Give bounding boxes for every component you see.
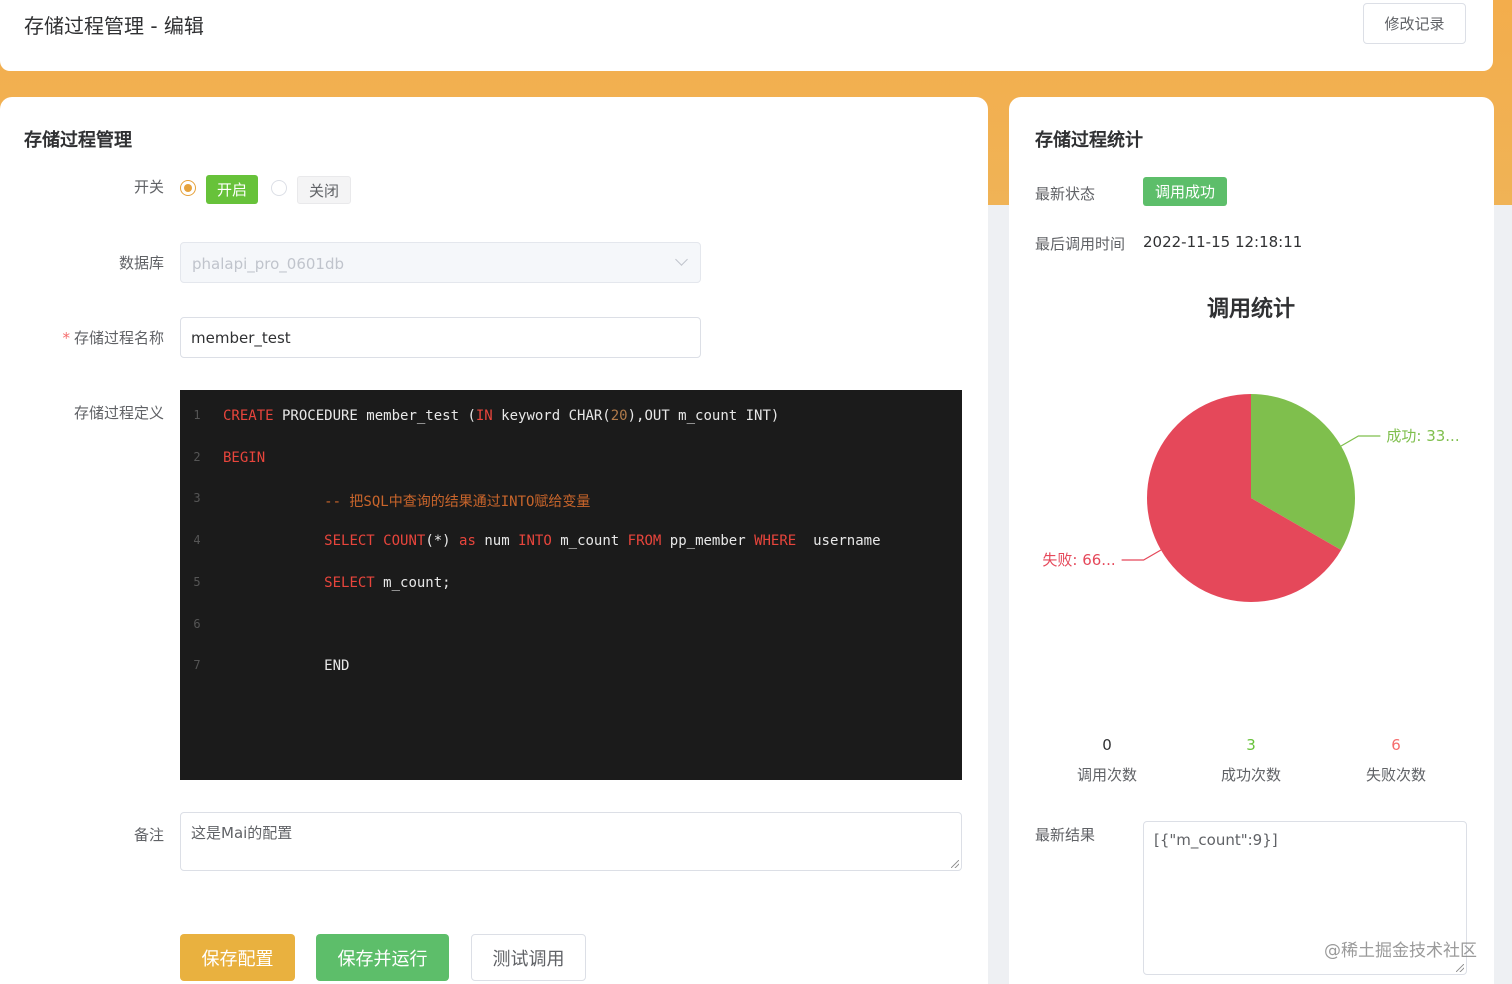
code-text: BEGIN <box>223 449 266 466</box>
stats-card-title: 存储过程统计 <box>1035 130 1143 151</box>
line-number: 2 <box>193 449 201 464</box>
counter-value: 6 <box>1391 736 1401 754</box>
database-select[interactable]: phalapi_pro_0601db <box>180 242 701 283</box>
line-number: 7 <box>193 658 201 673</box>
counter-value: 3 <box>1246 736 1256 754</box>
history-button[interactable]: 修改记录 <box>1363 3 1466 44</box>
pie-data-label: 成功: 33... <box>1386 427 1459 445</box>
save-config-button[interactable]: 保存配置 <box>180 934 295 981</box>
test-call-button[interactable]: 测试调用 <box>471 934 586 981</box>
pie-label-line <box>1121 549 1162 561</box>
last-call-time-label: 最后调用时间 <box>1035 235 1126 253</box>
procedure-name-label: * 存储过程名称 <box>62 329 164 347</box>
switch-off-radio[interactable] <box>271 180 287 196</box>
code-text: -- 把SQL中查询的结果通过INTO赋给变量 <box>223 494 591 511</box>
switch-on-option[interactable]: 开启 <box>206 175 258 204</box>
latest-result-label: 最新结果 <box>1035 826 1096 844</box>
line-number: 3 <box>193 491 201 506</box>
procedure-name-input[interactable]: member_test <box>180 317 701 358</box>
switch-off-option[interactable]: 关闭 <box>297 176 351 204</box>
required-star: * <box>62 329 70 347</box>
line-number: 1 <box>193 408 201 422</box>
switch-label: 开关 <box>133 178 164 196</box>
counter-label: 成功次数 <box>1220 766 1281 784</box>
code-text: CREATE PROCEDURE member_test (IN keyword… <box>223 408 780 424</box>
code-text: END <box>223 658 350 675</box>
status-badge: 调用成功 <box>1143 177 1227 206</box>
chevron-down-icon <box>675 253 688 266</box>
pie-label-line <box>1340 435 1381 447</box>
page-header: 存储过程管理 - 编辑 修改记录 <box>0 0 1493 71</box>
last-call-time-value: 2022-11-15 12:18:11 <box>1143 233 1303 251</box>
counter-value: 0 <box>1102 736 1112 754</box>
code-editor[interactable]: 1 CREATE PROCEDURE member_test (IN keywor… <box>180 390 962 780</box>
page-title: 存储过程管理 - 编辑 <box>24 14 204 38</box>
database-label: 数据库 <box>118 254 164 272</box>
form-card-title: 存储过程管理 <box>24 130 132 151</box>
line-number: 5 <box>193 574 201 589</box>
chart-title: 调用统计 <box>1207 296 1295 322</box>
code-text: SELECT m_count; <box>324 574 451 591</box>
call-stats-pie-chart: 调用统计成功: 33... 失败: 66... <box>1042 296 1460 602</box>
remark-label: 备注 <box>133 826 164 844</box>
line-number: 6 <box>193 616 201 631</box>
line-number: 4 <box>193 533 201 548</box>
database-value: phalapi_pro_0601db <box>192 255 345 273</box>
remark-value: 这是Mai的配置 <box>191 824 293 842</box>
remark-textarea[interactable]: 这是Mai的配置 <box>180 812 962 871</box>
save-and-run-button[interactable]: 保存并运行 <box>316 934 449 981</box>
latest-result-value: [{"m_count":9}] <box>1154 831 1278 849</box>
pie-data-label: 失败: 66... <box>1042 551 1115 569</box>
switch-on-radio[interactable] <box>180 180 196 196</box>
code-text: SELECT COUNT(*) as num INTO m_count FROM… <box>324 533 881 550</box>
watermark: @稀土掘金技术社区 <box>1324 941 1477 961</box>
status-label: 最新状态 <box>1035 185 1096 203</box>
resize-handle-icon[interactable] <box>1456 964 1464 972</box>
counter-label: 失败次数 <box>1365 766 1426 784</box>
resize-handle-icon[interactable] <box>951 860 959 868</box>
counter-label: 调用次数 <box>1076 766 1137 784</box>
procedure-definition-label: 存储过程定义 <box>73 404 164 422</box>
